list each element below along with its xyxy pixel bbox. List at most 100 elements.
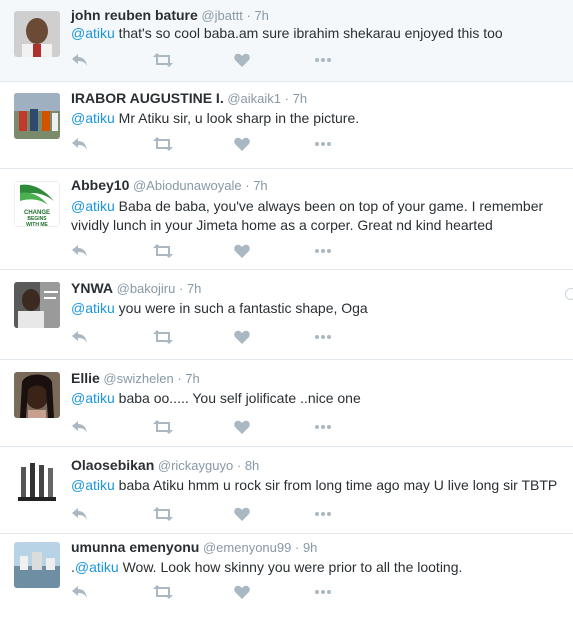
tweet-text: @atiku Mr Atiku sir, u look sharp in the… (71, 110, 359, 126)
user-handle[interactable]: @rickayguyo (158, 458, 233, 473)
tweet-actions (71, 507, 331, 523)
user-handle[interactable]: @emenyonu99 (203, 540, 291, 555)
mention-link[interactable]: @atiku (71, 390, 115, 406)
timestamp[interactable]: 7h (187, 281, 201, 296)
mention-link[interactable]: @atiku (71, 198, 115, 214)
mention-link[interactable]: @atiku (71, 300, 115, 316)
more-icon[interactable] (314, 585, 334, 601)
timestamp[interactable]: 8h (245, 458, 259, 473)
tweet-body: baba oo..... You self jolificate ..nice … (114, 390, 361, 406)
user-name[interactable]: IRABOR AUGUSTINE I. (71, 90, 224, 106)
tweet-body: Wow. Look how skinny you were prior to a… (118, 559, 463, 575)
mention-link[interactable]: @atiku (71, 25, 115, 41)
tweet[interactable]: CHANGE BEGINS WITH ME Abbey10 @Abiodunawoy… (0, 169, 573, 270)
user-name[interactable]: umunna emenyonu (71, 539, 199, 555)
tweet-body: that's so cool baba.am sure ibrahim shek… (114, 25, 503, 41)
reply-icon[interactable] (71, 53, 91, 69)
circle-icon (565, 288, 573, 300)
tweet-actions (71, 330, 331, 346)
tweet-text: @atiku baba Atiku hmm u rock sir from lo… (71, 477, 557, 493)
reply-icon[interactable] (71, 330, 91, 346)
avatar[interactable] (14, 542, 60, 588)
like-icon[interactable] (234, 507, 254, 523)
mention-link[interactable]: @atiku (71, 110, 115, 126)
svg-text:WITH ME: WITH ME (26, 222, 48, 227)
timestamp[interactable]: 9h (303, 540, 317, 555)
like-icon[interactable] (234, 585, 254, 601)
timestamp[interactable]: 7h (293, 91, 307, 106)
more-icon[interactable] (314, 330, 334, 346)
tweet-body: baba Atiku hmm u rock sir from long time… (114, 477, 558, 493)
like-icon[interactable] (234, 244, 254, 260)
like-icon[interactable] (234, 137, 254, 153)
user-handle[interactable]: @bakojiru (117, 281, 176, 296)
user-name[interactable]: Abbey10 (71, 177, 129, 193)
tweet-actions (71, 53, 331, 69)
tweet-body: Baba de baba, you've always been on top … (114, 198, 544, 214)
avatar[interactable]: CHANGE BEGINS WITH ME (14, 181, 60, 227)
separator: · (294, 540, 300, 555)
timestamp[interactable]: 7h (253, 178, 267, 193)
tweet-body: vividly lunch in your Jimeta home as a c… (71, 217, 493, 233)
reply-icon[interactable] (71, 585, 91, 601)
retweet-icon[interactable] (153, 330, 173, 346)
retweet-icon[interactable] (153, 137, 173, 153)
tweet[interactable]: IRABOR AUGUSTINE I. @aikaik1 · 7h @atiku… (0, 82, 573, 169)
user-name[interactable]: Olaosebikan (71, 457, 154, 473)
tweet[interactable]: YNWA @bakojiru · 7h @atiku you were in s… (0, 270, 573, 360)
tweet[interactable]: john reuben bature @jbattt · 7h @atiku t… (0, 0, 573, 82)
mention-link[interactable]: @atiku (71, 477, 115, 493)
mention-link[interactable]: @atiku (75, 559, 119, 575)
more-icon[interactable] (314, 244, 334, 260)
like-icon[interactable] (234, 53, 254, 69)
more-icon[interactable] (314, 137, 334, 153)
reply-icon[interactable] (71, 507, 91, 523)
tweet-text: .@atiku Wow. Look how skinny you were pr… (71, 559, 462, 575)
avatar[interactable] (14, 11, 60, 57)
like-icon[interactable] (234, 330, 254, 346)
separator: · (177, 371, 182, 386)
user-handle[interactable]: @aikaik1 (227, 91, 281, 106)
separator: · (246, 8, 251, 23)
timestamp[interactable]: 7h (185, 371, 199, 386)
separator: · (245, 178, 250, 193)
retweet-icon[interactable] (153, 53, 173, 69)
more-icon[interactable] (314, 53, 334, 69)
tweet-actions (71, 244, 331, 260)
reply-icon[interactable] (71, 244, 91, 260)
tweet[interactable]: Olaosebikan @rickayguyo · 8h @atiku baba… (0, 447, 573, 534)
separator: · (284, 91, 289, 106)
more-icon[interactable] (314, 420, 334, 436)
tweet-body: Mr Atiku sir, u look sharp in the pictur… (114, 110, 360, 126)
user-name[interactable]: john reuben bature (71, 7, 198, 23)
user-handle[interactable]: @Abiodunawoyale (133, 178, 242, 193)
tweet[interactable]: Ellie @swizhelen · 7h @atiku baba oo....… (0, 360, 573, 447)
timestamp[interactable]: 7h (254, 8, 268, 23)
retweet-icon[interactable] (153, 244, 173, 260)
user-name[interactable]: YNWA (71, 280, 113, 296)
tweet-body: you were in such a fantastic shape, Oga (114, 300, 368, 316)
separator: · (178, 281, 184, 296)
tweet-text: @atiku baba oo..... You self jolificate … (71, 390, 361, 406)
tweet-text: @atiku Baba de baba, you've always been … (71, 197, 543, 235)
avatar[interactable] (14, 282, 60, 328)
avatar[interactable] (14, 459, 60, 505)
retweet-icon[interactable] (153, 507, 173, 523)
avatar[interactable] (14, 372, 60, 418)
user-name[interactable]: Ellie (71, 370, 100, 386)
user-handle[interactable]: @swizhelen (103, 371, 173, 386)
tweet-actions (71, 420, 331, 436)
user-handle[interactable]: @jbattt (201, 8, 242, 23)
tweet-text: @atiku that's so cool baba.am sure ibrah… (71, 25, 503, 41)
reply-icon[interactable] (71, 420, 91, 436)
avatar[interactable] (14, 93, 60, 139)
reply-icon[interactable] (71, 137, 91, 153)
like-icon[interactable] (234, 420, 254, 436)
separator: · (236, 458, 242, 473)
tweet-actions (71, 585, 331, 601)
tweet[interactable]: umunna emenyonu @emenyonu99 · 9h .@atiku… (0, 534, 573, 621)
tweet-text: @atiku you were in such a fantastic shap… (71, 300, 368, 316)
retweet-icon[interactable] (153, 585, 173, 601)
more-icon[interactable] (314, 507, 334, 523)
retweet-icon[interactable] (153, 420, 173, 436)
